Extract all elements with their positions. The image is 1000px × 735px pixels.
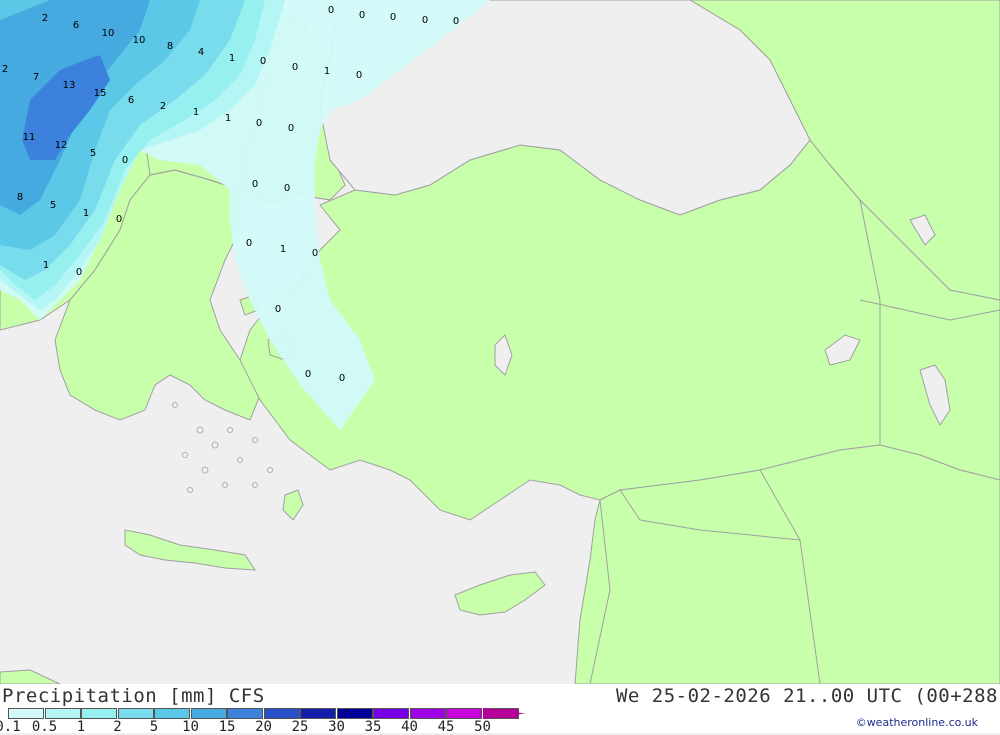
precip-value-label: 1 <box>229 53 235 64</box>
precip-value-label: 0 <box>284 183 290 194</box>
precip-value-label: 5 <box>50 200 56 211</box>
precip-value-label: 1 <box>324 66 330 77</box>
legend-swatch <box>44 708 81 719</box>
precip-value-label: 8 <box>17 192 23 203</box>
footer-bar: Precipitation [mm] CFS We 25-02-2026 21.… <box>0 684 1000 735</box>
legend-swatch <box>81 708 117 719</box>
legend-swatch <box>227 708 263 719</box>
legend-swatch <box>300 708 336 719</box>
legend-swatch <box>8 708 44 719</box>
precip-value-label: 0 <box>328 5 334 16</box>
copyright-link[interactable]: ©weatheronline.co.uk <box>856 716 978 729</box>
precip-value-label: 7 <box>33 72 39 83</box>
precip-value-label: 0 <box>260 56 266 67</box>
precip-value-label: 0 <box>390 12 396 23</box>
precip-value-label: 0 <box>246 238 252 249</box>
precip-value-label: 5 <box>90 148 96 159</box>
precip-value-label: 2 <box>2 64 8 75</box>
precip-value-label: 6 <box>73 20 79 31</box>
precip-value-label: 4 <box>198 47 204 58</box>
precip-value-label: 0 <box>288 123 294 134</box>
precip-value-label: 8 <box>167 41 173 52</box>
precip-value-label: 10 <box>102 28 115 39</box>
precip-value-label: 0 <box>256 118 262 129</box>
precip-value-label: 10 <box>133 35 146 46</box>
map-timestamp: We 25-02-2026 21..00 UTC (00+288 <box>615 685 998 707</box>
legend-swatch <box>409 708 446 719</box>
map-title: Precipitation [mm] CFS <box>2 685 265 707</box>
precip-value-label: 0 <box>122 155 128 166</box>
legend-arrow-icon <box>483 708 525 719</box>
precip-value-label: 0 <box>339 373 345 384</box>
precip-value-label: 0 <box>116 214 122 225</box>
precip-value-label: 0 <box>422 15 428 26</box>
precip-value-label: 15 <box>94 88 107 99</box>
precip-value-label: 1 <box>83 208 89 219</box>
precip-value-label: 1 <box>43 260 49 271</box>
precip-value-label: 13 <box>63 80 76 91</box>
precip-value-label: 0 <box>312 248 318 259</box>
precip-value-label: 0 <box>356 70 362 81</box>
legend-swatch <box>373 708 409 719</box>
precip-value-label: 0 <box>359 10 365 21</box>
legend-swatch <box>117 708 154 719</box>
precipitation-map: 261010841271315621111125085101000 1 00 0 0 0 0… <box>0 0 1000 684</box>
precip-value-label: 0 <box>275 304 281 315</box>
legend-swatch <box>190 708 227 719</box>
legend-swatch <box>336 708 373 719</box>
precip-value-label: 0 <box>292 62 298 73</box>
precip-value-label: 1 <box>193 107 199 118</box>
precip-value-label: 0 <box>252 179 258 190</box>
precip-value-label: 2 <box>42 13 48 24</box>
legend-swatch <box>263 708 300 719</box>
precip-value-label: 0 <box>305 369 311 380</box>
precip-value-label: 0 <box>76 267 82 278</box>
precip-value-label: 12 <box>55 140 68 151</box>
precip-value-label: 2 <box>160 101 166 112</box>
legend-swatch <box>446 708 482 719</box>
precip-value-label: 11 <box>23 132 36 143</box>
legend-swatch <box>154 708 190 719</box>
precip-value-label: 0 <box>453 16 459 27</box>
precip-value-label: 1 <box>280 244 286 255</box>
precip-value-label: 1 <box>225 113 231 124</box>
precip-value-label: 6 <box>128 95 134 106</box>
